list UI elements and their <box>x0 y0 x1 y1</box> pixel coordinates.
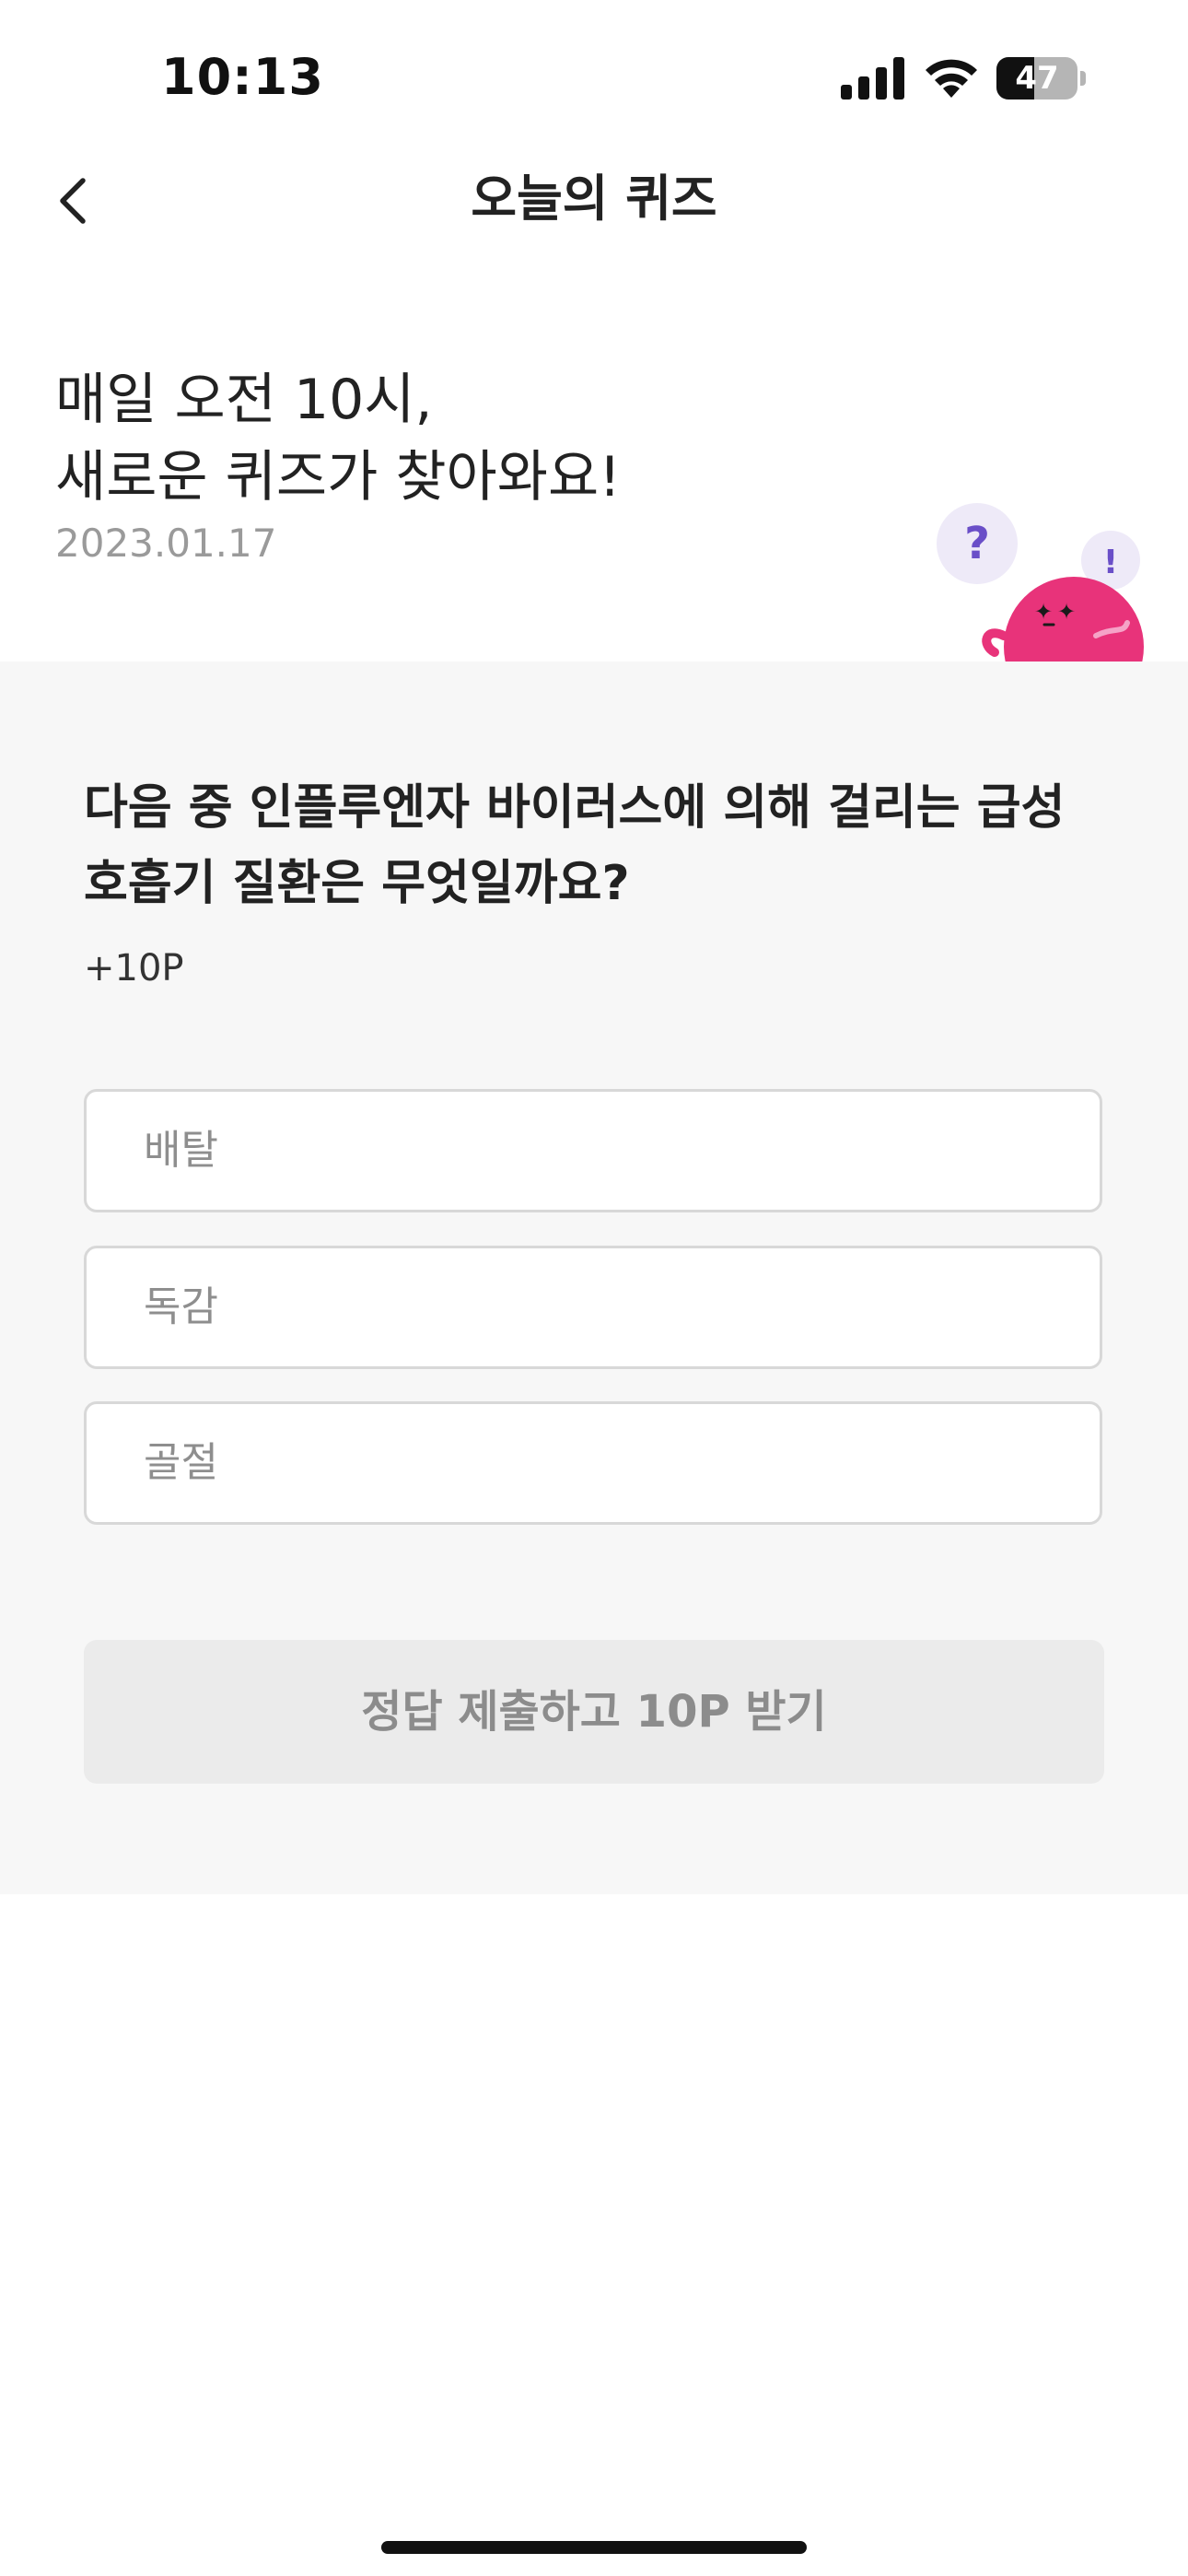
answer-option-2[interactable]: 독감 <box>84 1246 1102 1369</box>
headline: 매일 오전 10시, 새로운 퀴즈가 찾아와요! <box>55 361 621 516</box>
quiz-date: 2023.01.17 <box>55 521 277 566</box>
answer-option-1[interactable]: 배탈 <box>84 1089 1102 1212</box>
headline-line-2: 새로운 퀴즈가 찾아와요! <box>55 445 622 509</box>
signal-icon <box>841 57 904 100</box>
battery-percent: 47 <box>1015 60 1059 97</box>
wifi-icon <box>926 59 977 98</box>
mascot-exclaim-mark: ! <box>1103 544 1118 581</box>
headline-line-1: 매일 오전 10시, <box>55 368 433 432</box>
home-indicator <box>381 2541 807 2554</box>
svg-text:✦: ✦ <box>1057 599 1076 625</box>
quiz-question-line-2: 호흡기 질환은 무엇일까요? <box>84 856 630 911</box>
battery-icon: 47 <box>996 57 1086 100</box>
mascot-character: ? ! ✦ ✦ <box>937 503 1144 663</box>
quiz-panel: 다음 중 인플루엔자 바이러스에 의해 걸리는 급성 호흡기 질환은 무엇일까요… <box>0 662 1188 1894</box>
status-time: 10:13 <box>161 48 324 106</box>
answer-option-label: 독감 <box>144 1283 218 1330</box>
answer-option-label: 배탈 <box>144 1127 218 1174</box>
mascot-question-mark: ? <box>964 518 990 569</box>
quiz-question-line-1: 다음 중 인플루엔자 바이러스에 의해 걸리는 급성 <box>84 780 1066 836</box>
submit-answer-button[interactable]: 정답 제출하고 10P 받기 <box>84 1640 1104 1784</box>
answer-option-label: 골절 <box>144 1439 218 1486</box>
quiz-question: 다음 중 인플루엔자 바이러스에 의해 걸리는 급성 호흡기 질환은 무엇일까요… <box>84 770 1115 921</box>
svg-text:✦: ✦ <box>1034 599 1053 625</box>
answer-option-3[interactable]: 골절 <box>84 1401 1102 1525</box>
status-bar: 10:13 47 <box>0 0 1188 157</box>
page-title: 오늘의 퀴즈 <box>471 170 717 228</box>
reward-points: +10P <box>84 947 184 989</box>
